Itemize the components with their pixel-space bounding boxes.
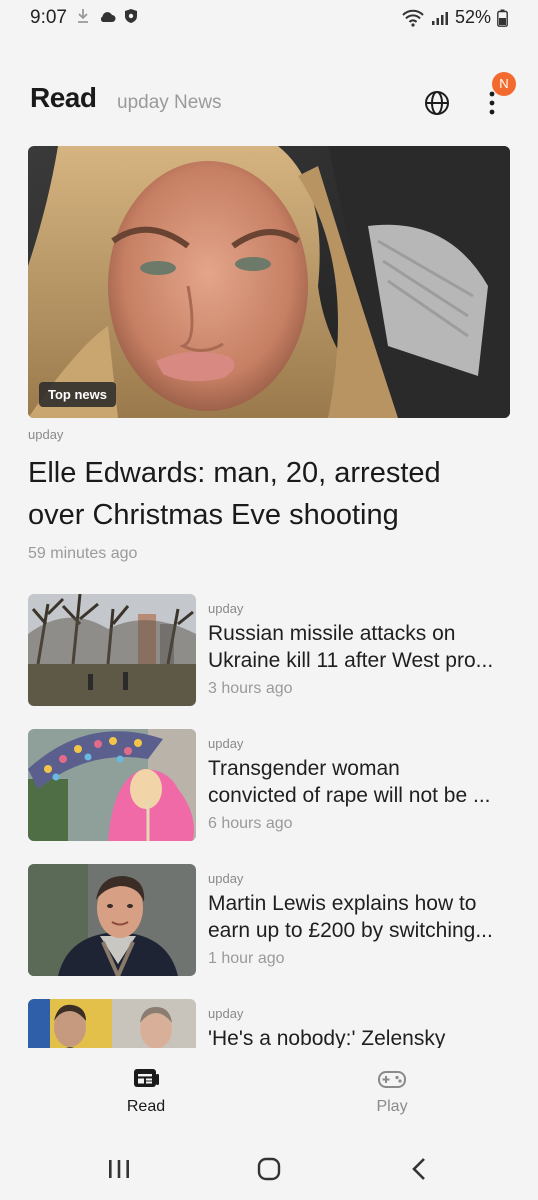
gamepad-icon (378, 1071, 406, 1088)
tab-play[interactable]: Play (332, 1066, 452, 1116)
news-thumbnail (28, 864, 196, 976)
shield-icon (125, 9, 137, 23)
news-headline-line: Martin Lewis explains how to (208, 892, 477, 915)
news-source: upday (208, 1006, 244, 1021)
news-thumbnail (28, 729, 196, 841)
hero-headline[interactable]: Elle Edwards: man, 20, arrested over Chr… (28, 452, 498, 536)
news-headline[interactable]: Transgender woman convicted of rape will… (208, 755, 510, 809)
news-headline-line: Russian missile attacks on (208, 622, 456, 645)
status-right: 52% (401, 7, 508, 28)
hero-source: upday (28, 427, 64, 442)
news-headline-line: Transgender woman (208, 757, 400, 780)
globe-icon[interactable] (422, 88, 452, 118)
hero-headline-line: Elle Edwards: man, 20, arrested (28, 457, 441, 489)
app-subtitle: upday News (117, 92, 222, 113)
signal-icon (431, 11, 448, 25)
hero-headline-line: over Christmas Eve shooting (28, 499, 399, 531)
home-icon[interactable] (254, 1154, 284, 1184)
news-source: upday (208, 601, 244, 616)
news-headline[interactable]: 'He's a nobody:' Zelensky (208, 1025, 510, 1048)
tab-play-label: Play (376, 1098, 408, 1115)
news-thumbnail (28, 999, 196, 1048)
news-thumbnail (28, 594, 196, 706)
news-headline-line: Ukraine kill 11 after West pro... (208, 649, 494, 672)
recents-icon[interactable] (104, 1154, 134, 1184)
wifi-icon (402, 9, 424, 27)
battery-icon (497, 9, 508, 27)
hero-image[interactable] (28, 146, 510, 418)
status-time: 9:07 (30, 7, 67, 28)
news-source: upday (208, 871, 244, 886)
news-item[interactable]: upday Transgender woman convicted of rap… (28, 729, 510, 841)
news-timestamp: 1 hour ago (208, 950, 285, 967)
news-source: upday (208, 736, 244, 751)
news-icon (134, 1069, 159, 1087)
notification-badge: N (492, 72, 516, 96)
page-title: Read (30, 82, 97, 113)
hero-timestamp: 59 minutes ago (28, 545, 138, 562)
news-list[interactable]: upday Russian missile attacks on Ukraine… (0, 580, 538, 1048)
news-headline-line: 'He's a nobody:' Zelensky (208, 1027, 446, 1048)
battery-percent: 52% (454, 7, 491, 27)
news-headline-line: convicted of rape will not be ... (208, 784, 491, 807)
top-news-tag: Top news (39, 382, 116, 407)
news-headline[interactable]: Martin Lewis explains how to earn up to … (208, 890, 510, 944)
download-icon (78, 9, 88, 23)
back-icon[interactable] (404, 1154, 434, 1184)
tab-read[interactable]: Read (86, 1066, 206, 1116)
news-headline-line: earn up to £200 by switching... (208, 919, 493, 942)
news-item[interactable]: upday 'He's a nobody:' Zelensky (28, 999, 510, 1048)
status-left-icons (76, 8, 138, 24)
news-item[interactable]: upday Russian missile attacks on Ukraine… (28, 594, 510, 706)
status-bar: 9:07 52% (0, 0, 538, 36)
bottom-nav: Read Play (0, 1048, 538, 1136)
system-nav-bar (0, 1136, 538, 1200)
cloud-icon (100, 12, 116, 22)
news-item[interactable]: upday Martin Lewis explains how to earn … (28, 864, 510, 976)
news-timestamp: 3 hours ago (208, 680, 293, 697)
news-headline[interactable]: Russian missile attacks on Ukraine kill … (208, 620, 510, 674)
tab-read-label: Read (126, 1098, 166, 1115)
news-timestamp: 6 hours ago (208, 815, 293, 832)
app-header: Read upday News N (0, 72, 538, 132)
